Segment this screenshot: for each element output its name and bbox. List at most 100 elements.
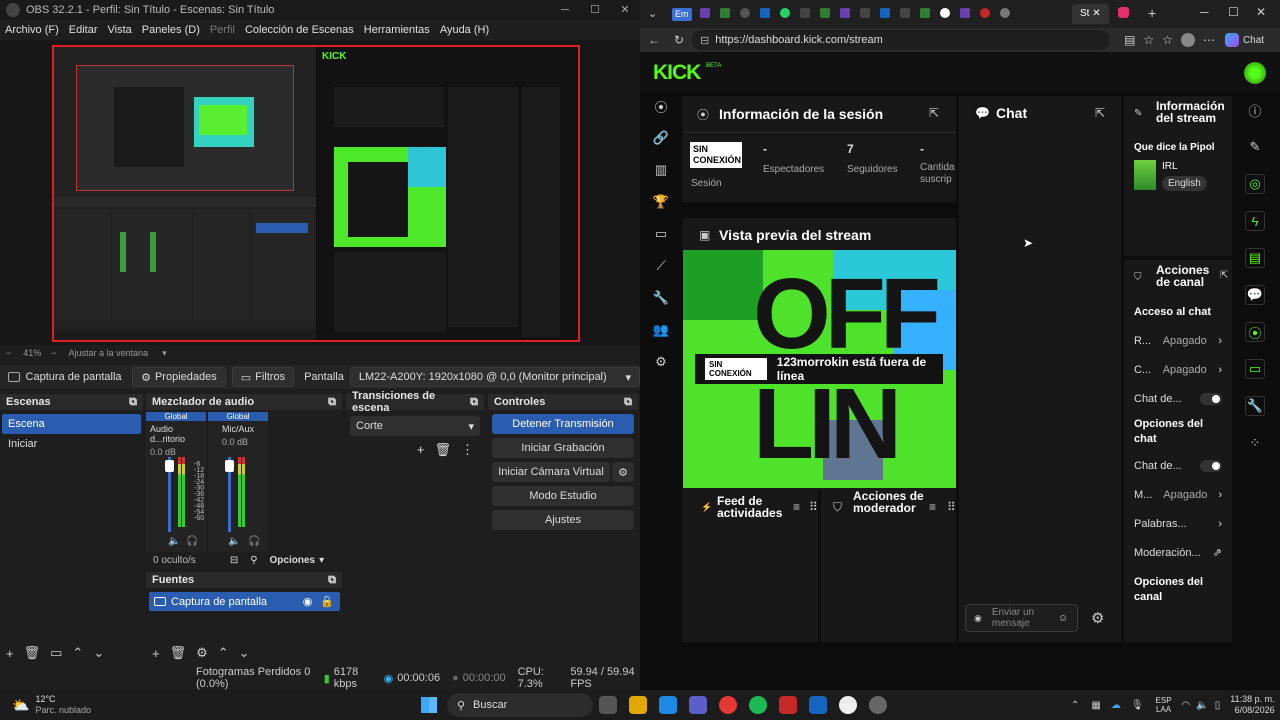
broadcast-icon[interactable]: ⦿ bbox=[1245, 322, 1265, 342]
emoji-icon[interactable]: ☺ bbox=[1058, 613, 1068, 624]
copilot-icon[interactable] bbox=[1224, 33, 1239, 47]
document-icon[interactable]: ▤ bbox=[1245, 248, 1265, 268]
add-icon[interactable]: + bbox=[417, 442, 425, 458]
spotify-icon[interactable] bbox=[748, 696, 767, 714]
channel-name[interactable]: Audio d...ritorio bbox=[146, 424, 206, 444]
trash-icon[interactable]: 🗑 bbox=[170, 645, 187, 661]
dots-icon[interactable]: ⁘ bbox=[1245, 433, 1265, 453]
popout-icon[interactable]: ⇱ bbox=[1220, 270, 1228, 281]
maximize-icon[interactable]: ☐ bbox=[1228, 5, 1239, 19]
filters-button[interactable]: ▭ Filtros bbox=[231, 367, 295, 387]
chevron-down-icon[interactable]: ⌄ bbox=[93, 645, 104, 661]
mic-icon[interactable]: ◉ bbox=[974, 613, 982, 624]
onedrive-icon[interactable]: ☁ bbox=[1111, 700, 1121, 711]
toggle-switch[interactable] bbox=[1200, 459, 1222, 472]
edge-icon[interactable] bbox=[658, 696, 677, 714]
broadcast-icon[interactable]: ⦿ bbox=[651, 96, 671, 116]
gear-icon[interactable]: ⚙ bbox=[1091, 609, 1104, 627]
chat-access-row[interactable]: R... Apagado › bbox=[1134, 326, 1222, 355]
headphones-icon[interactable]: 🎧 bbox=[248, 536, 260, 547]
tab-em[interactable]: Em bbox=[672, 8, 692, 21]
speaker-icon[interactable]: 🔈 bbox=[168, 536, 180, 547]
start-virtual-camera-button[interactable]: Iniciar Cámara Virtual bbox=[492, 462, 610, 482]
chevron-up-icon[interactable]: ⌃ bbox=[72, 645, 83, 661]
menu-tools[interactable]: Herramientas bbox=[364, 24, 430, 36]
menu-docks[interactable]: Paneles (D) bbox=[142, 24, 200, 36]
chevron-down-icon[interactable]: ▾ bbox=[319, 555, 324, 566]
site-info-icon[interactable]: ⊟ bbox=[700, 34, 709, 47]
trash-icon[interactable]: 🗑 bbox=[434, 442, 451, 458]
star-icon[interactable]: ☆ bbox=[1143, 33, 1154, 47]
menu-view[interactable]: Vista bbox=[108, 24, 132, 36]
ticket-icon[interactable]: ▭ bbox=[651, 224, 671, 244]
gear-icon[interactable]: ⚙ bbox=[612, 462, 634, 482]
target-icon[interactable]: ◎ bbox=[1245, 174, 1265, 194]
preview-capture[interactable]: KICK bbox=[52, 45, 580, 342]
chat-option-row[interactable]: M... Apagado › bbox=[1134, 480, 1222, 509]
chat-toggle-row[interactable]: Chat de... bbox=[1134, 384, 1222, 413]
filter-icon[interactable]: ≡ bbox=[929, 500, 936, 514]
start-recording-button[interactable]: Iniciar Grabación bbox=[492, 438, 634, 458]
screen-select[interactable]: LM22-A200Y: 1920x1080 @ 0,0 (Monitor pri… bbox=[349, 367, 640, 387]
language-indicator[interactable]: ESP LAA bbox=[1156, 696, 1172, 714]
wrench-icon[interactable]: 🔧 bbox=[651, 288, 671, 308]
volume-slider[interactable] bbox=[225, 460, 234, 472]
popout-icon[interactable]: ⇱ bbox=[1095, 106, 1105, 120]
link-icon[interactable]: 🔗 bbox=[651, 128, 671, 148]
address-bar[interactable]: ⊟ https://dashboard.kick.com/stream bbox=[692, 30, 1111, 50]
chevron-down-icon[interactable]: ⌄ bbox=[239, 645, 250, 661]
mail-icon[interactable] bbox=[808, 696, 827, 714]
scene-item[interactable]: Escena bbox=[2, 414, 141, 434]
mic-icon[interactable]: 🎙 bbox=[1131, 700, 1144, 711]
menu-edit[interactable]: Editar bbox=[69, 24, 98, 36]
trophy-icon[interactable]: 🏆 bbox=[651, 192, 671, 212]
chevron-up-icon[interactable]: ⌃ bbox=[1071, 700, 1079, 711]
add-icon[interactable]: + bbox=[6, 646, 14, 661]
drag-handle-icon[interactable]: ⠿ bbox=[809, 500, 818, 514]
chart-icon[interactable]: ▥ bbox=[651, 160, 671, 180]
weather-widget[interactable]: 12°C Parc. nublado bbox=[35, 694, 91, 716]
dock-undock-icon[interactable]: ⧉ bbox=[328, 574, 336, 587]
stop-streaming-button[interactable]: Detener Transmisión bbox=[492, 414, 634, 434]
eye-icon[interactable]: ◉ bbox=[303, 595, 313, 608]
close-icon[interactable]: ✕ bbox=[1256, 5, 1266, 19]
wifi-icon[interactable]: ◠ bbox=[1182, 700, 1191, 711]
volume-icon[interactable]: 🔈 bbox=[1196, 700, 1208, 711]
transition-select[interactable]: Corte ▾ bbox=[350, 416, 480, 436]
channel-name[interactable]: Mic/Aux bbox=[208, 424, 268, 434]
menu-scene-collection[interactable]: Colección de Escenas bbox=[245, 24, 354, 36]
obs-taskbar-icon[interactable] bbox=[838, 696, 857, 714]
settings-button[interactable]: Ajustes bbox=[492, 510, 634, 530]
instagram-tab-icon[interactable] bbox=[1118, 7, 1129, 18]
chevron-up-icon[interactable]: ⌃ bbox=[218, 645, 229, 661]
link-icon[interactable]: ⚲ bbox=[250, 555, 257, 566]
info-icon[interactable]: ⓘ bbox=[1245, 100, 1265, 120]
tab-list[interactable] bbox=[700, 8, 1070, 21]
tab-menu-icon[interactable]: ⌄ bbox=[648, 7, 657, 20]
chrome-icon[interactable] bbox=[718, 696, 737, 714]
drag-handle-icon[interactable]: ⠿ bbox=[947, 500, 956, 514]
tab-active[interactable]: St ✕ bbox=[1072, 4, 1109, 24]
properties-button[interactable]: ⚙ Propiedades bbox=[132, 367, 226, 387]
lightning-icon[interactable]: ϟ bbox=[1245, 211, 1265, 231]
favorites-icon[interactable]: ☆ bbox=[1162, 33, 1173, 47]
kick-logo[interactable]: KICK bbox=[653, 61, 701, 85]
studio-mode-button[interactable]: Modo Estudio bbox=[492, 486, 634, 506]
headphones-icon[interactable]: 🎧 bbox=[186, 536, 198, 547]
minimize-icon[interactable]: ─ bbox=[1200, 5, 1209, 19]
battery-icon[interactable]: ▯ bbox=[1215, 700, 1221, 711]
close-icon[interactable]: ✕ bbox=[1092, 8, 1100, 19]
reader-icon[interactable]: ▤ bbox=[1124, 33, 1135, 47]
monitor-icon[interactable]: ▭ bbox=[1245, 359, 1265, 379]
dock-undock-icon[interactable]: ⧉ bbox=[470, 396, 478, 409]
dock-undock-icon[interactable]: ⧉ bbox=[624, 396, 632, 409]
teams-icon[interactable] bbox=[688, 696, 707, 714]
profile-avatar[interactable] bbox=[1180, 33, 1195, 47]
banned-words-row[interactable]: Palabras... › bbox=[1134, 509, 1222, 538]
wrench-icon[interactable]: 🔧 bbox=[1245, 396, 1265, 416]
bot-icon[interactable]: ⚙ bbox=[651, 352, 671, 372]
chat-input[interactable]: ◉ Enviar un mensaje ☺ bbox=[965, 604, 1078, 632]
zoom-minus-icon-2[interactable]: − bbox=[51, 348, 56, 358]
app-taskbar-icon[interactable] bbox=[868, 696, 887, 714]
chevron-down-icon[interactable]: ▾ bbox=[162, 348, 167, 359]
